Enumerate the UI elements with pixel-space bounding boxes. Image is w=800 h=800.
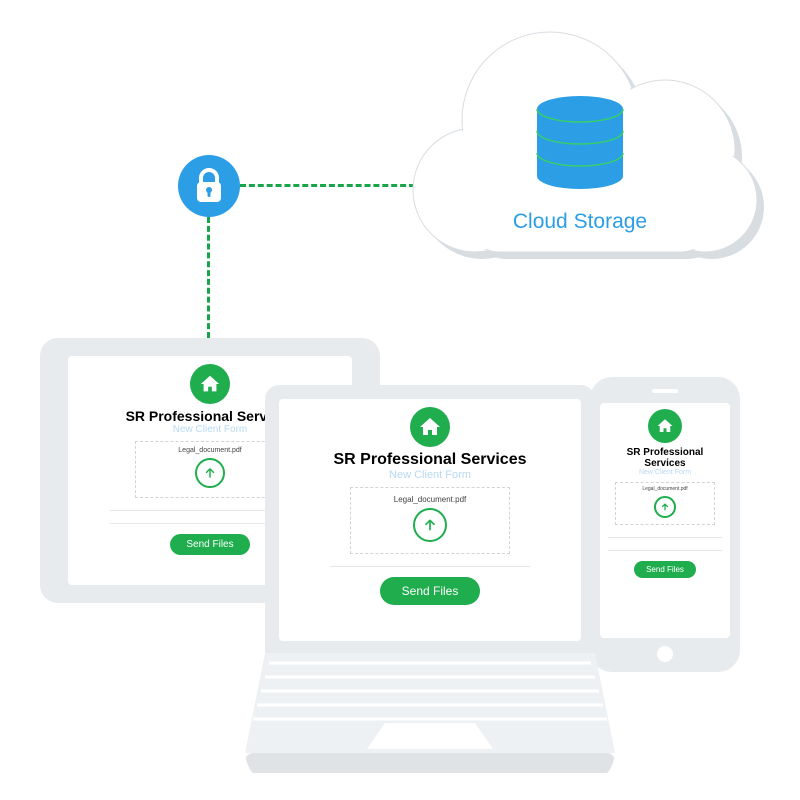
home-icon [190, 364, 230, 404]
phone-screen: SR Professional Services New Client Form… [600, 403, 730, 638]
database-icon [535, 95, 625, 190]
phone-home-button[interactable] [657, 646, 673, 662]
laptop-keyboard [245, 653, 615, 777]
form-divider [608, 550, 722, 551]
form-divider [608, 537, 722, 538]
upload-dropzone[interactable]: Legal_document.pdf [350, 487, 510, 554]
form-divider [330, 566, 530, 567]
cloud-storage: Cloud Storage [380, 20, 780, 280]
send-button[interactable]: Send Files [170, 534, 249, 555]
file-name: Legal_document.pdf [178, 447, 241, 454]
connector-lock-to-devices [207, 217, 210, 338]
lock-icon [194, 168, 224, 204]
app-title: SR Professional Services [608, 447, 722, 469]
phone-speaker [652, 389, 678, 393]
laptop-lid: SR Professional Services New Client Form… [265, 385, 595, 655]
upload-dropzone[interactable]: Legal_document.pdf [615, 482, 715, 525]
upload-arrow-icon [195, 458, 225, 488]
home-icon [648, 409, 682, 443]
app-subtitle: New Client Form [389, 469, 471, 481]
upload-arrow-icon [654, 496, 676, 518]
app-title: SR Professional Services [334, 451, 527, 469]
send-button[interactable]: Send Files [380, 577, 481, 605]
home-icon [410, 407, 450, 447]
cloud-label: Cloud Storage [380, 210, 780, 234]
upload-arrow-icon [413, 508, 447, 542]
file-name: Legal_document.pdf [642, 486, 687, 492]
send-button[interactable]: Send Files [634, 561, 696, 578]
file-name: Legal_document.pdf [394, 495, 467, 504]
laptop-device: SR Professional Services New Client Form… [245, 385, 615, 779]
lock-badge [178, 155, 240, 217]
laptop-screen: SR Professional Services New Client Form… [279, 399, 581, 641]
diagram-canvas: Cloud Storage SR Professional Services N… [0, 0, 800, 800]
app-subtitle: New Client Form [639, 469, 691, 476]
app-subtitle: New Client Form [173, 424, 247, 435]
